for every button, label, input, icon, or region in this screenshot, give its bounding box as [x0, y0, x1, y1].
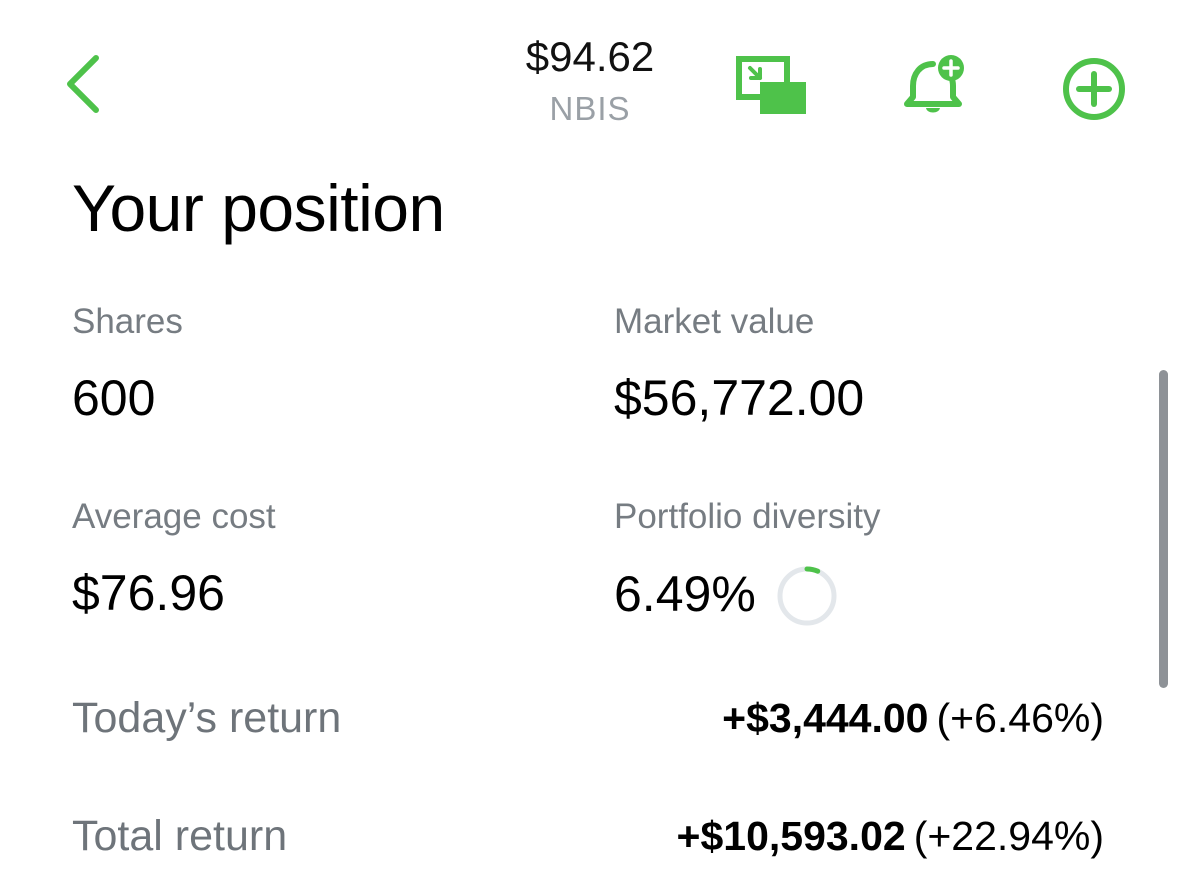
shares-label: Shares [72, 302, 183, 341]
plus-circle-icon [1063, 58, 1125, 120]
shares-stat: Shares 600 [72, 300, 183, 430]
average-cost-value: $76.96 [72, 565, 225, 621]
average-cost-label: Average cost [72, 497, 276, 536]
todays-return-percent: (+6.46%) [936, 695, 1104, 741]
scrollbar[interactable] [1159, 370, 1168, 688]
market-value-value: $56,772.00 [614, 370, 865, 426]
shares-value: 600 [72, 370, 156, 426]
section-title: Your position [72, 171, 445, 245]
portfolio-diversity-stat[interactable]: Portfolio diversity 6.49% [614, 495, 880, 627]
todays-return-label: Today’s return [72, 694, 342, 742]
add-to-list-button[interactable] [1060, 56, 1128, 122]
average-cost-stat: Average cost $76.96 [72, 495, 276, 625]
portfolio-diversity-value: 6.49% [614, 566, 756, 622]
back-button[interactable] [58, 52, 108, 116]
ticker-symbol: NBIS [549, 90, 631, 127]
current-price: $94.62 [525, 33, 655, 80]
picture-in-picture-icon [736, 56, 806, 114]
add-alert-button[interactable] [900, 50, 970, 120]
total-return-row[interactable]: Total return +$10,593.02 (+22.94%) [72, 806, 1104, 866]
todays-return-row[interactable]: Today’s return +$3,444.00 (+6.46%) [72, 688, 1104, 748]
total-return-label: Total return [72, 812, 288, 860]
top-bar: $94.62 NBIS [0, 0, 1179, 160]
bell-plus-icon [904, 55, 964, 113]
todays-return-amount: +$3,444.00 [722, 695, 929, 741]
market-value-label: Market value [614, 302, 815, 341]
market-value-stat: Market value $56,772.00 [614, 300, 864, 430]
diversity-ring-icon [776, 565, 838, 627]
total-return-percent: (+22.94%) [913, 813, 1104, 859]
total-return-amount: +$10,593.02 [676, 813, 906, 859]
portfolio-diversity-label: Portfolio diversity [614, 497, 881, 536]
stock-header: $94.62 NBIS [440, 30, 740, 130]
chevron-left-icon [67, 55, 99, 113]
todays-return-value: +$3,444.00 (+6.46%) [722, 688, 1104, 748]
picture-in-picture-button[interactable] [734, 54, 808, 118]
portfolio-diversity-row: 6.49% [614, 561, 880, 627]
total-return-value: +$10,593.02 (+22.94%) [677, 806, 1104, 866]
